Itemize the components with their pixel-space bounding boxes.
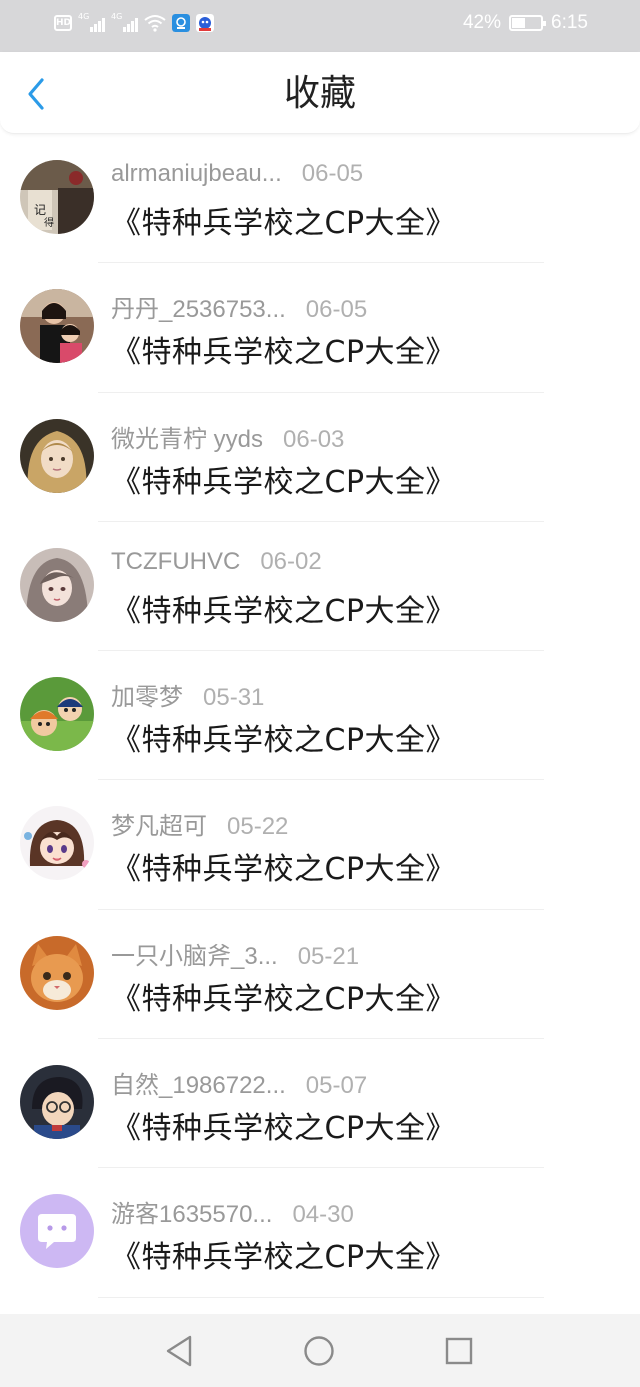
wifi-icon bbox=[144, 15, 166, 32]
item-meta: 梦凡超可 05-22 bbox=[111, 806, 288, 841]
list-item[interactable]: 加零梦 05-31 《特种兵学校之CP大全》 bbox=[0, 651, 640, 781]
nav-home-button[interactable] bbox=[302, 1334, 336, 1368]
nav-back-button[interactable] bbox=[162, 1334, 196, 1368]
divider bbox=[98, 1296, 544, 1298]
favorites-list: 记 得 alrmaniujbeau... 06-05 《特种兵学校之CP大全》 bbox=[0, 134, 640, 1298]
baidu-app-icon bbox=[196, 14, 214, 32]
battery-percent: 42% bbox=[462, 12, 502, 33]
triangle-back-icon bbox=[166, 1335, 192, 1366]
item-title[interactable]: 《特种兵学校之CP大全》 bbox=[111, 457, 456, 501]
item-meta: 一只小脑斧_3... 05-21 bbox=[111, 936, 359, 971]
item-date: 06-05 bbox=[301, 160, 364, 187]
battery-icon bbox=[509, 15, 547, 31]
hd-icon: HD bbox=[54, 15, 72, 31]
network-type-label: 4G bbox=[111, 12, 123, 21]
item-date: 06-03 bbox=[283, 425, 345, 453]
signal-icon: 4G bbox=[111, 12, 138, 32]
item-title[interactable]: 《特种兵学校之CP大全》 bbox=[111, 715, 456, 759]
item-date: 06-02 bbox=[260, 547, 322, 575]
item-meta: 丹丹_2536753... 06-05 bbox=[111, 289, 367, 324]
item-title[interactable]: 《特种兵学校之CP大全》 bbox=[111, 974, 456, 1018]
user-name[interactable]: 游客1635570... bbox=[111, 1194, 272, 1229]
item-meta: 微光青柠 yyds 06-03 bbox=[111, 419, 344, 454]
user-name[interactable]: 丹丹_2536753... bbox=[111, 289, 286, 324]
list-item[interactable]: 自然_1986722... 05-07 《特种兵学校之CP大全》 bbox=[0, 1039, 640, 1169]
svg-text:记: 记 bbox=[34, 203, 46, 217]
clock: 6:15 bbox=[551, 12, 588, 33]
svg-text:得: 得 bbox=[44, 217, 54, 229]
page-title: 收藏 bbox=[283, 73, 356, 114]
status-icons-right: 42% 6:15 bbox=[463, 12, 588, 34]
signal-icon: 4G bbox=[78, 12, 105, 32]
list-item[interactable]: 记 得 alrmaniujbeau... 06-05 《特种兵学校之CP大全》 bbox=[0, 134, 640, 264]
user-name[interactable]: 微光青柠 yyds bbox=[111, 419, 263, 454]
item-title[interactable]: 《特种兵学校之CP大全》 bbox=[111, 586, 456, 630]
nav-recent-button[interactable] bbox=[442, 1334, 476, 1368]
user-name[interactable]: 加零梦 bbox=[111, 677, 183, 712]
user-name[interactable]: 自然_1986722... bbox=[111, 1065, 286, 1100]
item-meta: TCZFUHVC 06-02 bbox=[111, 548, 322, 576]
item-date: 05-22 bbox=[227, 813, 289, 841]
item-meta: alrmaniujbeau... 06-05 bbox=[111, 160, 363, 188]
item-title[interactable]: 《特种兵学校之CP大全》 bbox=[111, 327, 456, 371]
item-date: 05-07 bbox=[305, 1072, 368, 1100]
square-recent-icon bbox=[445, 1337, 473, 1364]
user-name[interactable]: alrmaniujbeau... bbox=[111, 160, 282, 188]
anime-girl-avatar bbox=[20, 547, 94, 622]
list-item[interactable]: 一只小脑斧_3... 05-21 《特种兵学校之CP大全》 bbox=[0, 910, 640, 1040]
battery-fill bbox=[512, 18, 525, 28]
list-item[interactable]: 游客1635570... 04-30 《特种兵学校之CP大全》 bbox=[0, 1168, 640, 1298]
detective-avatar bbox=[20, 1065, 94, 1140]
header: 收藏 bbox=[0, 52, 640, 134]
status-icons-left: HD 4G 4G bbox=[54, 12, 214, 32]
item-date: 05-31 bbox=[203, 684, 265, 712]
item-title[interactable]: 《特种兵学校之CP大全》 bbox=[111, 198, 456, 242]
item-title[interactable]: 《特种兵学校之CP大全》 bbox=[111, 1103, 456, 1147]
cartoon-kids-avatar bbox=[20, 677, 94, 752]
list-item[interactable]: 微光青柠 yyds 06-03 《特种兵学校之CP大全》 bbox=[0, 393, 640, 522]
item-date: 05-21 bbox=[297, 942, 360, 970]
user-name[interactable]: 梦凡超可 bbox=[111, 806, 207, 841]
item-date: 06-05 bbox=[305, 296, 368, 324]
item-title[interactable]: 《特种兵学校之CP大全》 bbox=[111, 1232, 456, 1276]
item-meta: 自然_1986722... 05-07 bbox=[111, 1065, 367, 1100]
status-bar: HD 4G 4G 42% 6:15 bbox=[0, 0, 640, 52]
item-title[interactable]: 《特种兵学校之CP大全》 bbox=[111, 844, 456, 888]
network-type-label: 4G bbox=[78, 12, 90, 21]
list-item[interactable]: 梦凡超可 05-22 《特种兵学校之CP大全》 bbox=[0, 780, 640, 910]
user-name[interactable]: TCZFUHVC bbox=[111, 548, 240, 576]
item-meta: 加零梦 05-31 bbox=[111, 677, 264, 712]
system-nav-bar bbox=[0, 1314, 640, 1387]
item-date: 04-30 bbox=[292, 1201, 354, 1229]
book-cover-avatar: 记 得 bbox=[20, 160, 94, 234]
golden-hair-avatar bbox=[20, 418, 94, 493]
item-meta: 游客1635570... 04-30 bbox=[111, 1194, 354, 1229]
girls-photo-avatar bbox=[20, 289, 94, 364]
app-notification-icon bbox=[172, 14, 190, 32]
orange-cat-avatar bbox=[20, 935, 94, 1010]
chat-bubble-avatar bbox=[20, 1194, 94, 1269]
chibi-girl-avatar bbox=[20, 806, 94, 881]
circle-home-icon bbox=[304, 1335, 334, 1366]
user-name[interactable]: 一只小脑斧_3... bbox=[111, 936, 278, 971]
list-item[interactable]: TCZFUHVC 06-02 《特种兵学校之CP大全》 bbox=[0, 522, 640, 652]
list-item[interactable]: 丹丹_2536753... 06-05 《特种兵学校之CP大全》 bbox=[0, 263, 640, 393]
